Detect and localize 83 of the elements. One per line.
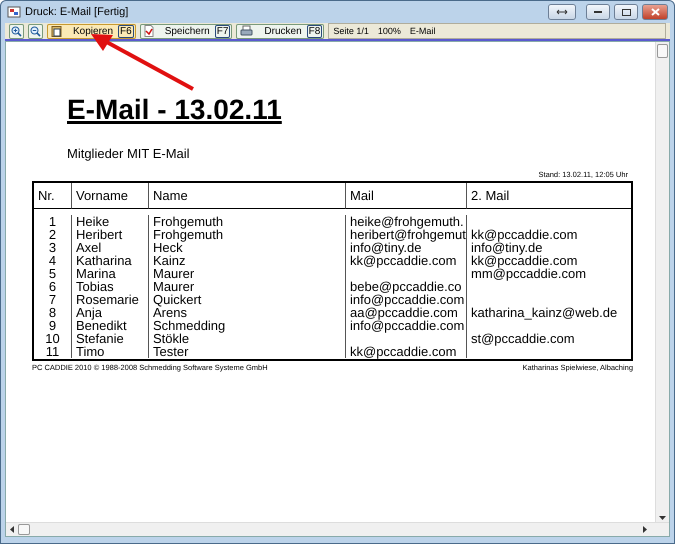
close-button[interactable] [642,4,668,20]
column-header: 2. Mail [466,183,631,209]
table-cell: Anja [71,306,148,319]
print-button[interactable]: Drucken F8 [236,24,324,38]
table-cell-text: 9 [48,319,58,332]
table-cell: Schmedding [148,319,345,332]
copy-button[interactable]: Kopieren F6 [47,24,136,38]
minimize-icon [594,10,602,14]
table-cell: Heike [71,215,148,228]
table-cell: Katharina [71,254,148,267]
maximize-icon [622,8,630,16]
minimize-button[interactable] [586,4,610,20]
window-title: Druck: E-Mail [Fertig] [25,6,130,18]
table-cell: kk@pccaddie.com [345,254,466,267]
scroll-down-icon[interactable] [659,516,666,520]
printer-icon [240,25,254,37]
clipboard-icon [51,25,62,37]
table-cell: Maurer [148,280,345,293]
table-cell-text: 6 [48,280,58,293]
column-header: Nr. [34,183,71,209]
table-cell: Timo [71,345,148,358]
zoom-out-button[interactable] [28,24,43,38]
table-cell-text: 5 [48,267,58,280]
table-cell: kk@pccaddie.com [345,345,466,358]
status-text: E-Mail [410,26,436,36]
table-cell: Frohgemuth [148,215,345,228]
table-cell: Rosemarie [71,293,148,306]
table-cell: st@pccaddie.com [466,332,631,345]
table-cell: info@tiny.de [345,241,466,254]
table-cell: Frohgemuth [148,228,345,241]
document-icon [144,25,154,37]
table-cell-text: 3 [48,241,58,254]
table-cell: Axel [71,241,148,254]
scrollbar-thumb[interactable] [657,44,668,58]
table-cell-text: 2 [48,228,58,241]
table-cell: Kainz [148,254,345,267]
column-header: Name [148,183,345,209]
table-cell: Quickert [148,293,345,306]
table-cell: info@pccaddie.com [345,293,466,306]
table-cell: katharina_kainz@web.de [466,306,631,319]
document-subtitle: Mitglieder MIT E-Mail [67,146,190,161]
table-cell-text: 8 [48,306,58,319]
column-header: Vorname [71,183,148,209]
table-cell: Benedikt [71,319,148,332]
table-cell-text: 10 [44,332,61,345]
table-cell: mm@pccaddie.com [466,267,631,280]
scrollbar-thumb[interactable] [18,524,30,535]
maximize-button[interactable] [614,4,638,20]
table-cell: kk@pccaddie.com [466,228,631,241]
table-cell-text: 11 [44,345,60,358]
table-cell: Stefanie [71,332,148,345]
document-title: E-Mail - 13.02.11 [67,94,282,126]
table-cell: bebe@pccaddie.co [345,280,466,293]
table-cell: Marina [71,267,148,280]
zoom-in-icon [11,26,22,36]
table-cell: heribert@frohgemut [345,228,466,241]
column-header: Mail [345,183,466,209]
table-cell: heike@frohgemuth. [345,215,466,228]
table-cell: Stökle [148,332,345,345]
table-cell-text: 4 [48,254,58,267]
scroll-left-icon[interactable] [10,526,14,533]
table-cell: info@pccaddie.com [345,319,466,332]
save-button[interactable]: Speichern F7 [140,24,232,38]
scroll-right-icon[interactable] [643,526,647,533]
zoom-in-button[interactable] [9,24,24,38]
table-cell: Heribert [71,228,148,241]
status-text: Seite 1/1 [333,26,369,36]
table-cell: aa@pccaddie.com [345,306,466,319]
table-cell: Arens [148,306,345,319]
app-icon [7,5,21,19]
table-cell: Tester [148,345,345,358]
resize-button[interactable] [548,4,576,20]
double-arrow-icon [556,9,568,15]
table-cell: Tobias [71,280,148,293]
table-cell: Maurer [148,267,345,280]
table-cell: Heck [148,241,345,254]
table-cell: info@tiny.de [466,241,631,254]
table-cell-text: 1 [48,215,58,228]
table-cell: kk@pccaddie.com [466,254,631,267]
close-icon [650,8,660,16]
zoom-out-icon [30,26,41,36]
status-text: 100% [378,26,401,36]
table-cell-text: 7 [48,293,58,306]
